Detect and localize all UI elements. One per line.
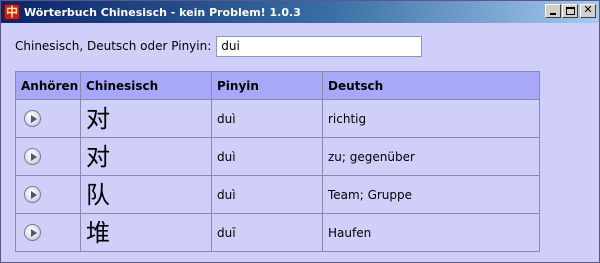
play-button[interactable] [24, 186, 41, 203]
table-row[interactable]: 对 duì zu; gegenüber [15, 137, 540, 176]
pinyin-cell: duì [211, 175, 323, 214]
close-button[interactable]: ✕ [580, 4, 596, 18]
header-pinyin[interactable]: Pinyin [211, 71, 323, 100]
title-bar[interactable]: 中 Wörterbuch Chinesisch - kein Problem! … [1, 1, 599, 23]
results-table: Anhören Chinesisch Pinyin Deutsch 对 duì … [15, 71, 540, 252]
play-button[interactable] [24, 148, 41, 165]
minimize-icon [550, 13, 556, 15]
play-icon [31, 115, 37, 123]
search-label: Chinesisch, Deutsch oder Pinyin: [15, 39, 212, 53]
header-german[interactable]: Deutsch [322, 71, 540, 100]
chinese-character: 队 [86, 180, 110, 209]
maximize-button[interactable] [562, 4, 578, 18]
german-cell: Team; Gruppe [322, 175, 540, 214]
chinese-character: 对 [86, 104, 110, 133]
german-cell: richtig [322, 99, 540, 138]
chinese-cell: 对 [80, 137, 212, 176]
chinese-character: 堆 [86, 218, 110, 247]
window-title: Wörterbuch Chinesisch - kein Problem! 1.… [24, 5, 301, 19]
play-button[interactable] [24, 110, 41, 127]
window-controls: ✕ [544, 4, 596, 18]
maximize-icon [566, 7, 575, 15]
pinyin-cell: duì [211, 99, 323, 138]
pinyin-cell: duī [211, 213, 323, 252]
pinyin-cell: duì [211, 137, 323, 176]
table-header-row: Anhören Chinesisch Pinyin Deutsch [15, 71, 540, 100]
minimize-button[interactable] [545, 4, 561, 18]
app-window: 中 Wörterbuch Chinesisch - kein Problem! … [0, 0, 600, 263]
play-cell [15, 175, 81, 214]
table-row[interactable]: 队 duì Team; Gruppe [15, 175, 540, 214]
chinese-cell: 对 [80, 99, 212, 138]
play-cell [15, 99, 81, 138]
chinese-cell: 队 [80, 175, 212, 214]
play-button[interactable] [24, 224, 41, 241]
close-icon: ✕ [583, 3, 593, 16]
chinese-cell: 堆 [80, 213, 212, 252]
header-play[interactable]: Anhören [15, 71, 81, 100]
search-input[interactable] [216, 35, 423, 57]
search-row: Chinesisch, Deutsch oder Pinyin: [15, 35, 423, 57]
play-icon [31, 229, 37, 237]
play-icon [31, 153, 37, 161]
german-cell: Haufen [322, 213, 540, 252]
play-cell [15, 213, 81, 252]
header-chinese[interactable]: Chinesisch [80, 71, 212, 100]
play-cell [15, 137, 81, 176]
app-icon: 中 [4, 4, 20, 20]
play-icon [31, 191, 37, 199]
german-cell: zu; gegenüber [322, 137, 540, 176]
chinese-character: 对 [86, 142, 110, 171]
table-row[interactable]: 堆 duī Haufen [15, 213, 540, 252]
table-row[interactable]: 对 duì richtig [15, 99, 540, 138]
